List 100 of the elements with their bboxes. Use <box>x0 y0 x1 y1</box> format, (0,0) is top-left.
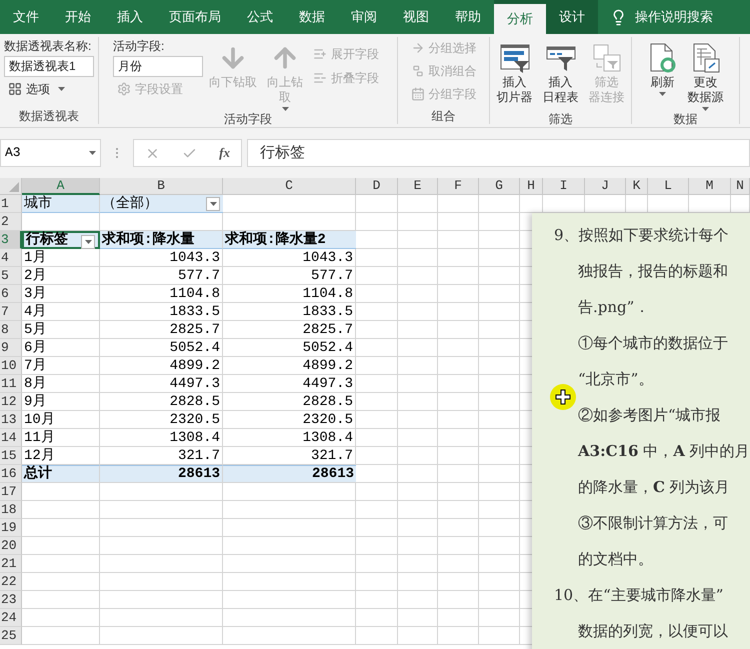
row-header[interactable]: 17 <box>0 483 22 501</box>
row-header[interactable]: 11 <box>0 375 22 393</box>
table-cell[interactable]: 10月 <box>22 411 100 429</box>
row-header[interactable]: 14 <box>0 429 22 447</box>
name-field[interactable]: 数据透视表1 <box>4 56 94 77</box>
row-header[interactable]: 2 <box>0 213 22 231</box>
column-header[interactable]: E <box>398 178 438 195</box>
table-cell[interactable]: 321.7 <box>223 447 356 465</box>
table-cell[interactable]: 2月 <box>22 267 100 285</box>
ribbon-tab[interactable]: 数据 <box>286 0 338 34</box>
ribbon-tab[interactable]: 插入 <box>104 0 156 34</box>
name-field[interactable]: 月份 <box>113 56 203 77</box>
ribbon-tab[interactable]: 公式 <box>234 0 286 34</box>
row-header[interactable]: 1 <box>0 195 22 213</box>
table-cell[interactable]: 1043.3 <box>100 249 223 267</box>
row-header[interactable]: 20 <box>0 537 22 555</box>
row-header[interactable]: 7 <box>0 303 22 321</box>
tell-me-search[interactable]: 操作说明搜索 <box>635 7 713 27</box>
row-header[interactable]: 4 <box>0 249 22 267</box>
column-header[interactable]: H <box>520 178 543 195</box>
column-header[interactable]: L <box>648 178 689 195</box>
table-cell[interactable]: 7月 <box>22 357 100 375</box>
table-cell[interactable]: （全部） <box>100 195 223 213</box>
table-cell[interactable]: 1308.4 <box>223 429 356 447</box>
table-cell[interactable]: 12月 <box>22 447 100 465</box>
table-cell[interactable]: 1833.5 <box>100 303 223 321</box>
table-cell[interactable]: 求和项:降水量 <box>100 231 223 249</box>
table-cell[interactable]: 求和项:降水量2 <box>223 231 356 249</box>
insert-function-button[interactable]: fx <box>219 143 230 163</box>
ribbon-tab[interactable]: 审阅 <box>338 0 390 34</box>
table-cell[interactable]: 8月 <box>22 375 100 393</box>
row-header[interactable]: 18 <box>0 501 22 519</box>
column-header[interactable]: C <box>223 178 356 195</box>
row-header[interactable]: 12 <box>0 393 22 411</box>
table-cell[interactable]: 9月 <box>22 393 100 411</box>
table-cell[interactable]: 11月 <box>22 429 100 447</box>
table-cell[interactable]: 4497.3 <box>100 375 223 393</box>
select-all-corner[interactable] <box>0 178 22 195</box>
table-cell[interactable]: 5月 <box>22 321 100 339</box>
ribbon-button[interactable]: 插入 日程表 <box>538 37 582 111</box>
table-cell[interactable]: 28613 <box>100 465 223 483</box>
table-cell[interactable]: 4899.2 <box>100 357 223 375</box>
ribbon-tab[interactable]: 设计 <box>546 0 598 34</box>
table-cell[interactable]: 5052.4 <box>100 339 223 357</box>
formula-field[interactable]: 行标签 <box>247 139 750 167</box>
ribbon-button[interactable]: 更改 数据源 <box>684 37 728 111</box>
column-header[interactable]: D <box>356 178 398 195</box>
filter-dropdown[interactable] <box>206 197 220 211</box>
ribbon-tab[interactable]: 开始 <box>52 0 104 34</box>
table-cell[interactable]: 321.7 <box>100 447 223 465</box>
table-cell[interactable]: 城市 <box>22 195 100 213</box>
column-header[interactable]: B <box>100 178 223 195</box>
column-header[interactable]: G <box>479 178 520 195</box>
row-header[interactable]: 6 <box>0 285 22 303</box>
row-header[interactable]: 5 <box>0 267 22 285</box>
table-cell[interactable]: 2825.7 <box>100 321 223 339</box>
table-cell[interactable]: 1308.4 <box>100 429 223 447</box>
row-header[interactable]: 16 <box>0 465 22 483</box>
name-box[interactable]: A3 <box>0 139 101 167</box>
ribbon-button[interactable]: 刷新 <box>644 37 682 111</box>
column-header[interactable]: J <box>585 178 626 195</box>
row-header[interactable]: 24 <box>0 609 22 627</box>
row-header[interactable]: 25 <box>0 627 22 645</box>
table-cell[interactable]: 577.7 <box>100 267 223 285</box>
row-header[interactable]: 23 <box>0 591 22 609</box>
row-header[interactable]: 21 <box>0 555 22 573</box>
table-cell[interactable]: 4899.2 <box>223 357 356 375</box>
table-cell[interactable]: 4497.3 <box>223 375 356 393</box>
column-header[interactable]: A <box>22 178 100 195</box>
ribbon-tab[interactable]: 帮助 <box>442 0 494 34</box>
ribbon-button[interactable]: 插入 切片器 <box>492 37 536 111</box>
table-cell[interactable]: 2825.7 <box>223 321 356 339</box>
table-cell[interactable]: 1833.5 <box>223 303 356 321</box>
table-cell[interactable]: 2828.5 <box>223 393 356 411</box>
table-cell[interactable]: 2828.5 <box>100 393 223 411</box>
ribbon-tab[interactable]: 视图 <box>390 0 442 34</box>
row-header[interactable]: 9 <box>0 339 22 357</box>
table-cell[interactable]: 1104.8 <box>100 285 223 303</box>
row-header[interactable]: 22 <box>0 573 22 591</box>
ribbon-tab[interactable]: 页面布局 <box>156 0 234 34</box>
row-header[interactable]: 13 <box>0 411 22 429</box>
ribbon-button[interactable]: 选项 <box>4 78 94 100</box>
row-header[interactable]: 19 <box>0 519 22 537</box>
table-cell[interactable]: 4月 <box>22 303 100 321</box>
column-header[interactable]: I <box>543 178 585 195</box>
table-cell[interactable]: 2320.5 <box>223 411 356 429</box>
filter-dropdown[interactable] <box>81 235 95 249</box>
table-cell[interactable]: 577.7 <box>223 267 356 285</box>
table-cell[interactable]: 5052.4 <box>223 339 356 357</box>
table-cell[interactable]: 3月 <box>22 285 100 303</box>
row-header[interactable]: 8 <box>0 321 22 339</box>
row-header[interactable]: 10 <box>0 357 22 375</box>
column-header[interactable]: F <box>438 178 479 195</box>
table-cell[interactable]: 28613 <box>223 465 356 483</box>
table-cell[interactable]: 总计 <box>22 465 100 483</box>
column-header[interactable]: N <box>731 178 750 195</box>
ribbon-tab[interactable]: 分析 <box>494 4 546 34</box>
table-cell[interactable]: 1104.8 <box>223 285 356 303</box>
table-cell[interactable]: 6月 <box>22 339 100 357</box>
row-header[interactable]: 3 <box>0 231 22 249</box>
